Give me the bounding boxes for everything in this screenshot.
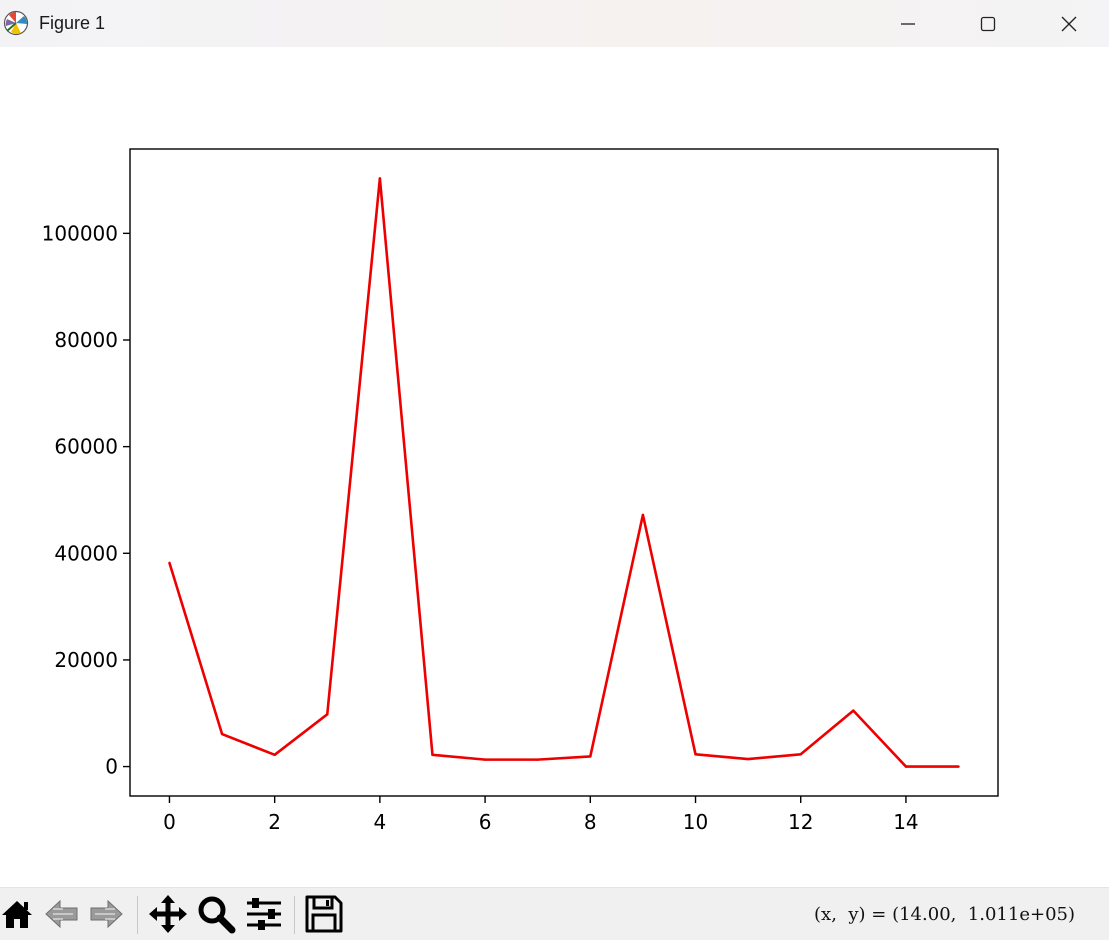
close-button[interactable]	[1029, 0, 1109, 47]
forward-icon	[90, 899, 123, 929]
data-point	[326, 713, 329, 716]
back-button[interactable]	[42, 894, 82, 934]
y-tick-label: 60000	[54, 435, 118, 459]
axes-frame	[129, 148, 999, 797]
save-button[interactable]	[304, 894, 344, 934]
data-point	[589, 755, 592, 758]
title-bar: Figure 1	[0, 0, 1109, 47]
x-tick-label: 2	[268, 810, 281, 834]
minimize-icon	[901, 22, 915, 25]
matplotlib-logo-icon	[3, 10, 29, 36]
maximize-button[interactable]	[948, 0, 1028, 47]
forward-button[interactable]	[86, 894, 126, 934]
save-icon	[305, 895, 343, 933]
data-point	[799, 753, 802, 756]
data-point	[220, 732, 224, 736]
x-tick-label: 0	[163, 810, 176, 834]
y-tick-label: 100000	[42, 221, 118, 245]
series-line	[168, 177, 959, 768]
back-icon	[45, 899, 78, 929]
pan-icon	[149, 895, 187, 933]
y-tick-label: 20000	[54, 648, 118, 672]
configure-subplots-button[interactable]	[244, 894, 284, 934]
data-point	[641, 513, 645, 517]
data-point	[746, 757, 750, 761]
x-tick-label: 10	[683, 810, 708, 834]
navigation-toolbar: (x, y) = (14.00, 1.011e+05)	[0, 887, 1109, 940]
window-title: Figure 1	[39, 13, 106, 33]
data-point	[483, 758, 487, 761]
x-tick-label: 14	[893, 810, 918, 834]
data-point	[273, 753, 276, 757]
toolbar-separator	[294, 896, 295, 934]
configure-icon	[247, 898, 281, 930]
home-button[interactable]	[0, 894, 37, 934]
x-tick-label: 4	[374, 810, 387, 834]
y-tick-label: 0	[105, 755, 118, 779]
y-tick-label: 80000	[54, 328, 118, 352]
data-point	[168, 561, 171, 565]
data-point	[536, 758, 539, 761]
data-point	[852, 709, 855, 712]
zoom-icon	[198, 896, 236, 934]
data-point	[694, 753, 697, 756]
zoom-button[interactable]	[196, 894, 236, 934]
data-point	[431, 753, 434, 757]
x-tick-label: 6	[479, 810, 492, 834]
data-point	[957, 765, 960, 768]
home-icon	[2, 901, 32, 928]
toolbar-separator	[137, 896, 138, 934]
x-tick-label: 8	[584, 810, 597, 834]
line-chart: 0 2 4 6 8 10 12 14 0 20000 40000 60000 80000 100000	[42, 148, 999, 834]
pan-button[interactable]	[148, 894, 188, 934]
y-tick-label: 40000	[54, 541, 118, 565]
data-point	[378, 177, 382, 180]
cursor-coordinates: (x, y) = (14.00, 1.011e+05)	[814, 904, 1075, 925]
figure-canvas[interactable]: 0 2 4 6 8 10 12 14 0 20000 40000 60000 80000 100000	[0, 47, 1109, 887]
close-icon	[1061, 16, 1077, 31]
data-point	[904, 765, 908, 768]
minimize-button[interactable]	[868, 0, 948, 47]
x-tick-label: 12	[788, 810, 813, 834]
maximize-icon	[980, 16, 996, 31]
